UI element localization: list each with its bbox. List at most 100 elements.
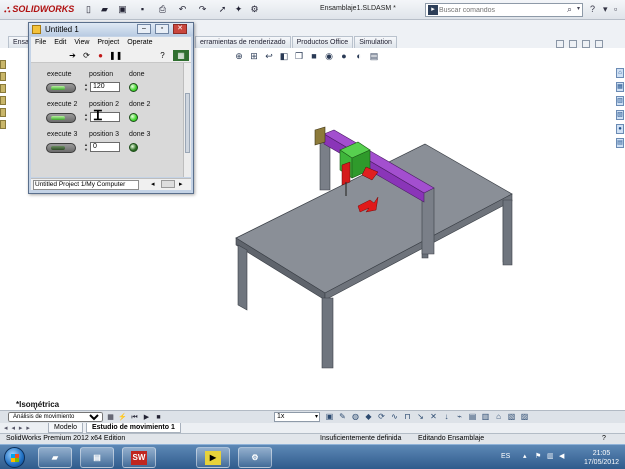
vi-connector-icon[interactable]: ▦ <box>173 50 189 61</box>
position-2-increment-icon[interactable]: ▲ ▼ <box>83 112 89 122</box>
new-document-icon[interactable]: ▯ <box>82 3 95 16</box>
menu-project[interactable]: Project <box>93 37 123 48</box>
taskbar-app-explorer[interactable]: ▰ <box>38 447 72 468</box>
force-icon[interactable]: ↘ <box>415 412 426 422</box>
flag-icon[interactable]: ⚑ <box>535 453 543 461</box>
menu-view[interactable]: View <box>70 37 93 48</box>
rebuild-icon[interactable]: ✦ <box>232 3 245 16</box>
play-icon[interactable]: ▶ <box>142 413 151 422</box>
autokey-icon[interactable]: ◍ <box>350 412 361 422</box>
options-icon[interactable]: ⚙ <box>248 3 261 16</box>
calculator-icon[interactable]: ▦ <box>106 413 115 422</box>
chevron-down-icon[interactable]: ▾ <box>577 5 580 12</box>
volume-icon[interactable]: ◀ <box>559 453 567 461</box>
close-icon[interactable]: ✕ <box>173 24 187 34</box>
spring-icon[interactable]: ∿ <box>389 412 400 422</box>
abort-icon[interactable]: ● <box>95 50 106 61</box>
help-icon[interactable]: ? <box>590 4 595 14</box>
execute-2-button[interactable] <box>46 113 76 123</box>
redo-icon[interactable]: ↷ <box>196 3 209 16</box>
position-field[interactable]: 120 <box>90 82 120 92</box>
vertical-scrollbar[interactable] <box>183 63 191 177</box>
taskbar-app-settings[interactable]: ⚙ <box>238 447 272 468</box>
search-input[interactable] <box>439 5 557 15</box>
open-folder-icon[interactable]: ▰ <box>98 3 111 16</box>
labview-icon: ▶ <box>205 451 221 465</box>
stop-icon[interactable]: ■ <box>154 413 163 422</box>
position-3-field[interactable]: 0 <box>90 142 120 152</box>
context-help-icon[interactable]: ? <box>157 50 168 61</box>
tab-scroll-arrows[interactable]: ◂ ◂ ▸ ▸ <box>4 424 31 432</box>
tab-render-tools[interactable]: erramientas de renderizado <box>194 36 291 48</box>
contact-icon[interactable]: ✕ <box>428 412 439 422</box>
show-hidden-icons-icon[interactable]: ▴ <box>523 453 531 461</box>
scroll-left-icon[interactable]: ◂ <box>151 180 155 188</box>
gravity-icon[interactable]: ↓ <box>441 412 452 422</box>
network-icon[interactable]: ▥ <box>547 453 555 461</box>
minimize-icon[interactable]: – <box>137 24 151 34</box>
chevron-down-icon[interactable]: ▾ <box>603 4 608 15</box>
gantry-motor <box>314 126 326 146</box>
position-3-increment-icon[interactable]: ▲ ▼ <box>83 142 89 152</box>
taskbar-app-solidworks[interactable]: SW <box>122 447 156 468</box>
tab-model[interactable]: Modelo <box>48 423 83 433</box>
motion-study-toolbar: Análisis de movimiento ▦ ⚡ ⏮ ▶ ■ 1x ▾ ▣ ✎… <box>0 410 625 423</box>
window-restore-icon[interactable]: ▫ <box>614 4 617 14</box>
taskbar-app-labview[interactable]: ▶ <box>196 447 230 468</box>
labview-title-bar[interactable]: Untitled 1 – ▫ ✕ <box>29 23 193 36</box>
calculate-icon[interactable]: ⚡ <box>118 413 127 422</box>
restore-icon[interactable] <box>569 40 577 48</box>
run-icon[interactable]: ➔ <box>67 50 78 61</box>
run-continuously-icon[interactable]: ⟳ <box>81 50 92 61</box>
add-key-icon[interactable]: ◆ <box>363 412 374 422</box>
minimize-icon[interactable] <box>556 40 564 48</box>
help-icon[interactable]: ? <box>602 434 606 444</box>
clock[interactable]: 21:05 17/05/2012 <box>584 449 619 467</box>
start-button[interactable] <box>4 447 25 468</box>
playback-speed-select[interactable]: 1x ▾ <box>274 412 320 422</box>
menu-file[interactable]: File <box>31 37 50 48</box>
print-icon[interactable]: ⎙ <box>156 3 169 16</box>
maximize-icon[interactable]: ▫ <box>155 24 169 34</box>
motor-icon[interactable]: ⟳ <box>376 412 387 422</box>
play-from-start-icon[interactable]: ⏮ <box>130 413 139 422</box>
magnifier-icon[interactable]: ⌕ <box>567 4 572 15</box>
save-icon[interactable]: ▪ <box>136 3 149 16</box>
tile-icon[interactable] <box>582 40 590 48</box>
collapse-icon[interactable]: ⌂ <box>493 412 504 422</box>
command-search[interactable]: ▸ ⌕ ▾ <box>425 3 583 17</box>
select-arrow-icon[interactable]: ➚ <box>216 3 229 16</box>
execute-3-button[interactable] <box>46 143 76 153</box>
solidworks-brand-label: SOLIDWORKS <box>12 4 75 14</box>
plot-icon[interactable]: ▤ <box>467 412 478 422</box>
table-leg-front-right <box>321 297 334 369</box>
language-indicator[interactable]: ES <box>501 453 510 460</box>
execute-button[interactable] <box>46 83 76 93</box>
study-properties-icon[interactable]: ▥ <box>480 412 491 422</box>
pause-icon[interactable]: ❚❚ <box>109 50 122 61</box>
scroll-right-icon[interactable]: ▸ <box>179 180 183 188</box>
undo-icon[interactable]: ↶ <box>176 3 189 16</box>
study-type-select[interactable]: Análisis de movimiento <box>8 412 103 422</box>
tab-motion-study-1[interactable]: Estudio de movimiento 1 <box>86 423 181 433</box>
tab-simulation[interactable]: Simulation <box>354 36 397 48</box>
expand-icon[interactable]: ▨ <box>519 412 530 422</box>
animation-wizard-icon[interactable]: ✎ <box>337 412 348 422</box>
scrollbar-thumb[interactable] <box>185 93 190 153</box>
playback-speed-value: 1x <box>277 413 285 420</box>
damper-icon[interactable]: ⊓ <box>402 412 413 422</box>
save-animation-icon[interactable]: ▣ <box>324 412 335 422</box>
settings-icon[interactable]: ▧ <box>506 412 517 422</box>
close-icon[interactable] <box>595 40 603 48</box>
position-increment-icon[interactable]: ▲ ▼ <box>83 82 89 92</box>
labview-menu-bar: File Edit View Project Operate <box>31 37 191 48</box>
tab-office-products[interactable]: Productos Office <box>291 36 354 48</box>
document-window-controls <box>556 40 603 48</box>
menu-operate[interactable]: Operate <box>123 37 156 48</box>
horizontal-scrollbar[interactable] <box>161 180 175 188</box>
open-document-icon[interactable]: ▣ <box>116 3 129 16</box>
taskbar-app-document[interactable]: ▤ <box>80 447 114 468</box>
menu-edit[interactable]: Edit <box>50 37 70 48</box>
results-icon[interactable]: ⌁ <box>454 412 465 422</box>
status-product: SolidWorks Premium 2012 x64 Edition <box>6 435 126 442</box>
